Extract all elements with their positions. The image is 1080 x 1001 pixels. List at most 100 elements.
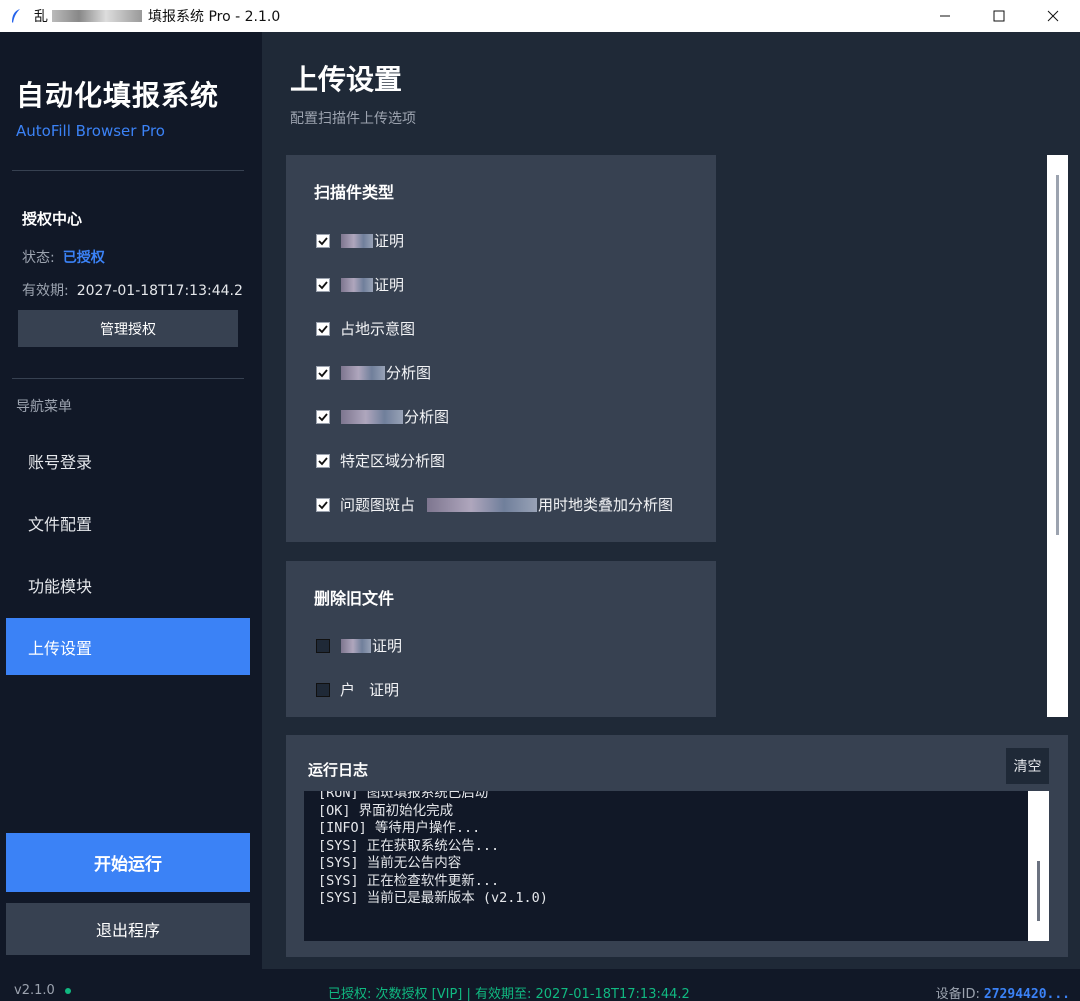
scan-type-label: 证明 <box>374 232 405 250</box>
scrollbar-thumb[interactable] <box>1056 175 1059 535</box>
scan-type-label-pre: 问题图斑占 <box>340 496 416 514</box>
delete-old-files-title: 删除旧文件 <box>314 589 395 608</box>
check-icon <box>318 500 328 509</box>
license-center-title: 授权中心 <box>22 210 83 228</box>
page-title: 上传设置 <box>290 63 403 96</box>
brand-title: 自动化填报系统 <box>16 79 220 112</box>
scan-type-option[interactable]: 分析图 <box>316 362 431 383</box>
redacted-mask <box>341 638 371 653</box>
check-icon <box>318 280 328 289</box>
log-line: [INFO] 等待用户操作... <box>318 820 481 836</box>
minimize-icon <box>940 15 950 17</box>
scan-type-option[interactable]: 分析图 <box>316 406 449 427</box>
scan-type-label: 分析图 <box>386 364 432 382</box>
sidebar: 自动化填报系统 AutoFill Browser Pro 授权中心 状态: 已授权… <box>0 32 262 969</box>
status-bar: v2.1.0 已授权: 次数授权 [VIP] | 有效期至: 2027-01-1… <box>0 969 1080 1001</box>
checkbox-checked[interactable] <box>316 497 330 512</box>
checkbox-checked[interactable] <box>316 365 330 380</box>
scan-type-option[interactable]: 问题图斑占 用时地类叠加分析图 <box>316 494 673 515</box>
device-id-value: 27294420... <box>983 987 1070 1001</box>
checkbox-unchecked[interactable] <box>316 682 330 697</box>
license-expiry-value: 2027-01-18T17:13:44.2 <box>76 283 243 299</box>
log-output[interactable]: [RUN] 图斑填报系统已启动 [OK] 界面初始化完成 [INFO] 等待用户… <box>304 791 1028 941</box>
scan-type-label: 特定区域分析图 <box>340 452 446 470</box>
device-id: 设备ID: 27294420... <box>936 983 1070 1001</box>
nav-item-upload-settings[interactable]: 上传设置 <box>6 618 250 675</box>
log-line: [SYS] 当前无公告内容 <box>318 855 462 871</box>
close-icon <box>1047 10 1059 22</box>
check-icon <box>318 368 328 377</box>
log-scrollbar[interactable] <box>1028 791 1049 941</box>
checkbox-checked[interactable] <box>316 321 330 336</box>
log-line: [RUN] 图斑填报系统已启动 <box>318 791 489 801</box>
feather-icon <box>8 8 24 24</box>
check-icon <box>318 456 328 465</box>
scan-type-option[interactable]: 占地示意图 <box>316 318 415 339</box>
delete-option[interactable]: 户 证明 <box>316 679 399 700</box>
manage-license-button[interactable]: 管理授权 <box>18 310 238 347</box>
scan-type-label-post: 用时地类叠加分析图 <box>538 496 674 514</box>
license-expiry-label: 有效期: <box>22 283 69 299</box>
scan-types-card: 扫描件类型 证明 证明 占地示意图 分析图 分析图 特定区域分析图 问题图斑占 … <box>286 155 716 542</box>
redacted-mask <box>427 497 538 512</box>
clear-log-button[interactable]: 清空 <box>1006 748 1049 784</box>
license-expiry-row: 有效期: 2027-01-18T17:13:44.2 <box>22 280 243 300</box>
nav-item-function-modules[interactable]: 功能模块 <box>6 556 250 613</box>
log-line: [OK] 界面初始化完成 <box>318 802 454 819</box>
device-id-label: 设备ID: <box>935 987 980 1001</box>
brand-subtitle: AutoFill Browser Pro <box>16 122 165 140</box>
check-icon <box>318 236 328 245</box>
scan-types-title: 扫描件类型 <box>314 183 395 202</box>
scrollbar-thumb[interactable] <box>1037 861 1040 921</box>
version-label: v2.1.0 <box>14 983 55 998</box>
window-title-prefix: 乱 <box>34 9 48 25</box>
sidebar-divider <box>12 170 244 171</box>
close-button[interactable] <box>1026 0 1080 32</box>
page-subtitle: 配置扫描件上传选项 <box>290 111 416 127</box>
redacted-mask <box>52 10 142 22</box>
nav-menu-label: 导航菜单 <box>16 399 72 415</box>
license-status-value: 已授权 <box>62 250 105 266</box>
license-status-text: 已授权: 次数授权 [VIP] | 有效期至: 2027-01-18T17:13… <box>328 987 690 1001</box>
scan-type-option[interactable]: 证明 <box>316 230 404 251</box>
check-icon <box>318 412 328 421</box>
maximize-icon <box>993 10 1005 22</box>
checkbox-checked[interactable] <box>316 277 330 292</box>
scan-type-label: 占地示意图 <box>340 320 416 338</box>
log-line: [SYS] 正在获取系统公告... <box>318 837 500 854</box>
settings-scrollbar[interactable] <box>1047 155 1068 717</box>
checkbox-unchecked[interactable] <box>316 638 330 653</box>
delete-option-label-post: 证明 <box>369 681 400 699</box>
maximize-button[interactable] <box>972 0 1026 32</box>
delete-option[interactable]: 证明 <box>316 635 402 656</box>
redacted-mask <box>341 233 373 248</box>
scan-type-option[interactable]: 特定区域分析图 <box>316 450 445 471</box>
window-titlebar: 乱 填报系统 Pro - 2.1.0 <box>0 0 1080 32</box>
log-line: [SYS] 正在检查软件更新... <box>318 872 500 889</box>
main-content: 上传设置 配置扫描件上传选项 扫描件类型 证明 证明 占地示意图 分析图 分析图 <box>262 32 1080 969</box>
redacted-mask <box>341 365 385 380</box>
window-title: 填报系统 Pro - 2.1.0 <box>148 9 281 25</box>
nav-item-file-config[interactable]: 文件配置 <box>6 494 250 551</box>
license-status-row: 状态: 已授权 <box>22 247 105 267</box>
redacted-mask <box>341 277 373 292</box>
exit-program-button[interactable]: 退出程序 <box>6 903 250 955</box>
log-line: [SYS] 当前已是最新版本 (v2.1.0) <box>318 890 548 906</box>
run-log-title: 运行日志 <box>308 761 369 779</box>
check-icon <box>318 324 328 333</box>
checkbox-checked[interactable] <box>316 233 330 248</box>
sidebar-divider <box>12 378 244 379</box>
delete-option-label: 证明 <box>372 637 403 655</box>
nav-item-account-login[interactable]: 账号登录 <box>6 432 250 489</box>
checkbox-checked[interactable] <box>316 453 330 468</box>
license-status-label: 状态: <box>22 250 55 266</box>
scan-type-option[interactable]: 证明 <box>316 274 404 295</box>
delete-option-label-pre: 户 <box>340 681 356 699</box>
run-log-panel: 运行日志 清空 [RUN] 图斑填报系统已启动 [OK] 界面初始化完成 [IN… <box>286 735 1068 957</box>
minimize-button[interactable] <box>918 0 972 32</box>
redacted-mask <box>341 409 403 424</box>
delete-old-files-card: 删除旧文件 证明 户 证明 <box>286 561 716 717</box>
start-run-button[interactable]: 开始运行 <box>6 833 250 892</box>
online-status-dot <box>65 988 71 994</box>
checkbox-checked[interactable] <box>316 409 330 424</box>
